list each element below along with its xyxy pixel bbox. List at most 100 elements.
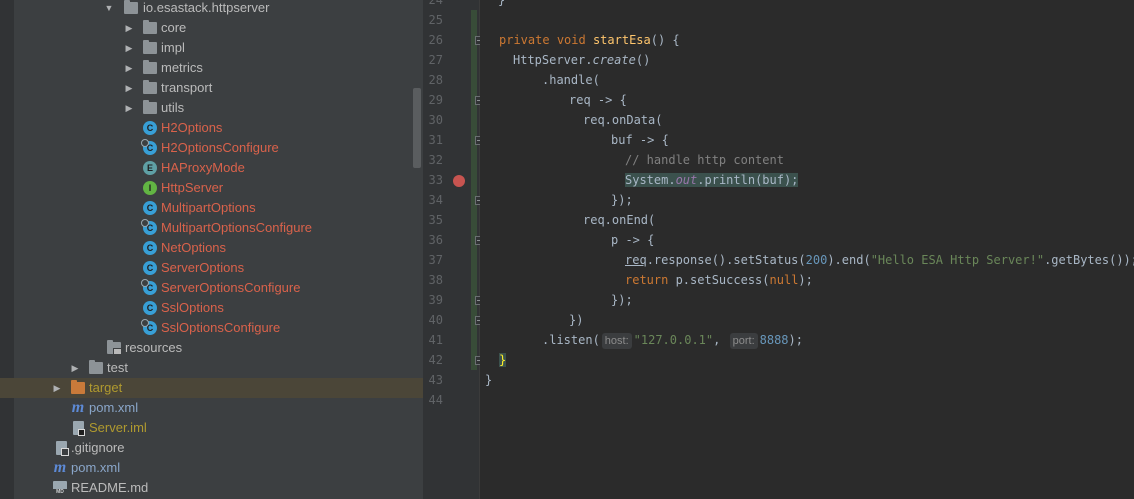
code-line-28: .handle( xyxy=(542,73,600,87)
chevron-down-icon[interactable]: ▼ xyxy=(103,0,115,18)
class-icon: C xyxy=(143,201,157,215)
line-number: 32 xyxy=(428,153,443,167)
code-line-35: req.onEnd( xyxy=(583,213,656,227)
chevron-right-icon[interactable]: ▶ xyxy=(51,378,63,398)
breakpoint-icon[interactable] xyxy=(453,175,465,187)
tree-scrollbar[interactable] xyxy=(413,88,421,168)
folder-icon xyxy=(143,80,157,94)
tree-item-label: pom.xml xyxy=(71,460,121,475)
tree-item-haproxymode[interactable]: E HAProxyMode xyxy=(0,158,423,178)
tree-item-metrics[interactable]: ▶ metrics xyxy=(0,58,423,78)
line-number: 37 xyxy=(428,253,443,267)
tree-item-label: HAProxyMode xyxy=(161,160,245,175)
code-line-34: }); xyxy=(611,193,633,207)
line-number: 26 xyxy=(428,33,443,47)
tree-item-label: MultipartOptionsConfigure xyxy=(161,220,313,235)
parameter-hint-host: host: xyxy=(601,333,632,349)
line-number: 34 xyxy=(428,193,443,207)
line-number: 44 xyxy=(428,393,443,407)
line-number: 39 xyxy=(428,293,443,307)
excluded-folder-icon xyxy=(71,380,85,394)
tree-item-io-esastack-httpserver[interactable]: ▼ io.esastack.httpserver xyxy=(0,0,423,18)
code-line-41: .listen(host: "127.0.0.1", port: 8888); xyxy=(542,333,803,349)
tree-item-label: core xyxy=(161,20,187,35)
tree-item-label: MultipartOptions xyxy=(161,200,256,215)
code-line-24: } xyxy=(498,0,506,7)
code-line-29: req -> { xyxy=(569,93,627,107)
maven-icon: m xyxy=(53,459,67,476)
line-number: 38 xyxy=(428,273,443,287)
chevron-right-icon[interactable]: ▶ xyxy=(123,58,135,78)
tree-item-impl[interactable]: ▶ impl xyxy=(0,38,423,58)
tree-item-label: SslOptionsConfigure xyxy=(161,320,281,335)
tree-item-label: test xyxy=(107,360,128,375)
tree-item-serveroptionsconfigure[interactable]: C ServerOptionsConfigure xyxy=(0,278,423,298)
chevron-right-icon[interactable]: ▶ xyxy=(123,78,135,98)
tree-item-netoptions[interactable]: C NetOptions xyxy=(0,238,423,258)
code-line-40: }) xyxy=(569,313,584,327)
code-line-37: req.response().setStatus(200).end("Hello… xyxy=(625,253,1134,267)
tree-item-transport[interactable]: ▶ transport xyxy=(0,78,423,98)
folder-icon xyxy=(89,360,103,374)
tree-item-utils[interactable]: ▶ utils xyxy=(0,98,423,118)
code-line-43: } xyxy=(485,373,493,387)
chevron-right-icon[interactable]: ▶ xyxy=(123,98,135,118)
tree-item-label: SslOptions xyxy=(161,300,224,315)
code-line-27: HttpServer.create() xyxy=(513,53,651,67)
line-number: 42 xyxy=(428,353,443,367)
line-number: 24 xyxy=(428,0,443,7)
tree-item-label: resources xyxy=(125,340,183,355)
folder-icon xyxy=(143,40,157,54)
class-icon: C xyxy=(143,261,157,275)
folder-icon xyxy=(143,60,157,74)
tree-item-readme-md[interactable]: README.md xyxy=(0,478,423,498)
tree-item-label: HttpServer xyxy=(161,180,224,195)
iml-file-icon xyxy=(73,421,85,436)
tree-item-label: pom.xml xyxy=(89,400,139,415)
class-icon: C xyxy=(143,121,157,135)
interface-icon: I xyxy=(143,181,157,195)
tree-item-label: .gitignore xyxy=(71,440,125,455)
tree-item-label: utils xyxy=(161,100,185,115)
tree-item-ssloptions[interactable]: C SslOptions xyxy=(0,298,423,318)
code-line-30: req.onData( xyxy=(583,113,663,127)
code-editor[interactable]: } private void startEsa() { HttpServer.c… xyxy=(480,0,1134,499)
class-icon: C xyxy=(141,139,157,155)
tree-item-test[interactable]: ▶ test xyxy=(0,358,423,378)
class-icon: C xyxy=(141,279,157,295)
tree-item-core[interactable]: ▶ core xyxy=(0,18,423,38)
chevron-right-icon[interactable]: ▶ xyxy=(69,358,81,378)
class-icon: C xyxy=(143,241,157,255)
tree-item-httpserver[interactable]: I HttpServer xyxy=(0,178,423,198)
tree-item-root-pom-xml[interactable]: m pom.xml xyxy=(0,458,423,478)
vcs-change-marker[interactable] xyxy=(471,10,477,30)
folder-icon xyxy=(143,100,157,114)
maven-icon: m xyxy=(71,399,85,416)
tree-item-gitignore[interactable]: .gitignore xyxy=(0,438,423,458)
code-line-26: private void startEsa() { xyxy=(499,33,680,47)
line-number: 25 xyxy=(428,13,443,27)
tree-item-serveroptions[interactable]: C ServerOptions xyxy=(0,258,423,278)
tree-item-target[interactable]: ▶ target xyxy=(0,378,423,398)
tree-item-ssloptionsconfigure[interactable]: C SslOptionsConfigure xyxy=(0,318,423,338)
tree-item-module-pom-xml[interactable]: m pom.xml xyxy=(0,398,423,418)
tree-item-label: ServerOptions xyxy=(161,260,245,275)
tree-item-label: H2Options xyxy=(161,120,223,135)
line-number: 28 xyxy=(428,73,443,87)
class-icon: C xyxy=(141,319,157,335)
tree-item-multipartoptions[interactable]: C MultipartOptions xyxy=(0,198,423,218)
chevron-right-icon[interactable]: ▶ xyxy=(123,18,135,38)
line-number: 36 xyxy=(428,233,443,247)
tree-item-h2optionsconfigure[interactable]: C H2OptionsConfigure xyxy=(0,138,423,158)
line-number: 43 xyxy=(428,373,443,387)
line-number: 33 xyxy=(428,173,443,187)
line-number: 41 xyxy=(428,333,443,347)
tree-item-h2options[interactable]: C H2Options xyxy=(0,118,423,138)
chevron-right-icon[interactable]: ▶ xyxy=(123,38,135,58)
tree-item-resources[interactable]: resources xyxy=(0,338,423,358)
class-icon: C xyxy=(143,301,157,315)
parameter-hint-port: port: xyxy=(729,333,758,349)
tree-item-multipartoptionsconfigure[interactable]: C MultipartOptionsConfigure xyxy=(0,218,423,238)
tree-item-label: io.esastack.httpserver xyxy=(143,0,270,15)
tree-item-server-iml[interactable]: Server.iml xyxy=(0,418,423,438)
